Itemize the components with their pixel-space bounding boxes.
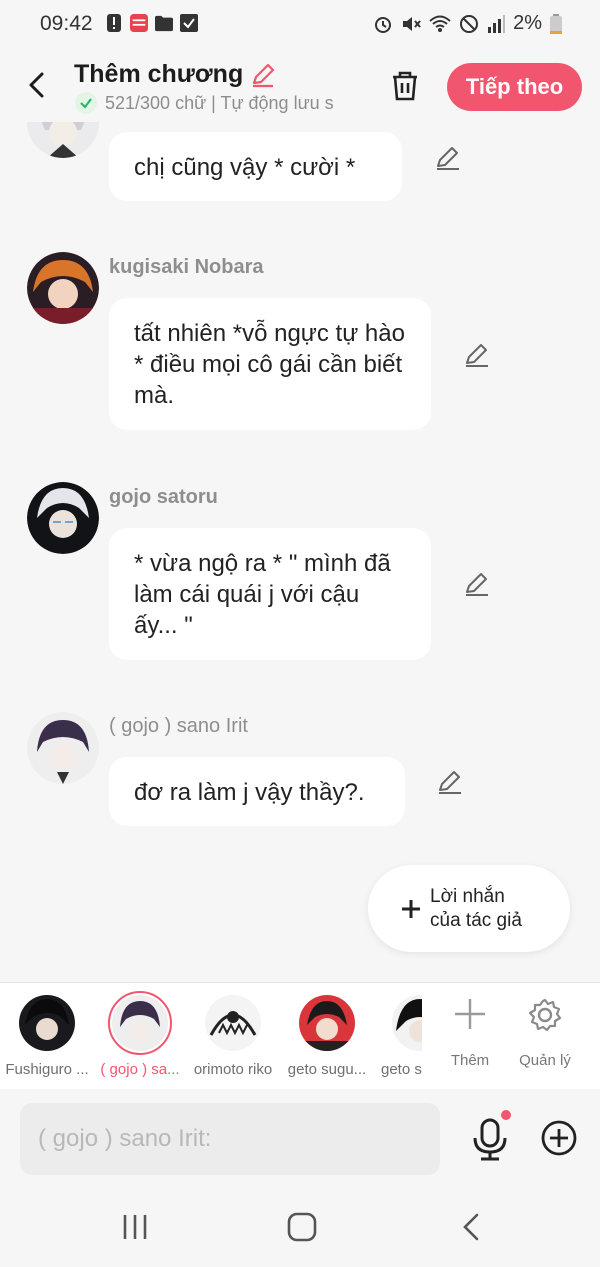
avatar[interactable] bbox=[27, 252, 99, 324]
next-button[interactable]: Tiếp theo bbox=[447, 63, 582, 111]
avatar[interactable] bbox=[27, 122, 99, 158]
battery-percent: 2% bbox=[513, 12, 542, 34]
avatar[interactable] bbox=[27, 712, 99, 784]
alert-notification-icon bbox=[105, 13, 123, 33]
character-name: orimoto riko bbox=[193, 1061, 273, 1078]
editor-header: Thêm chương 521/300 chữ | Tự động lưu s … bbox=[0, 48, 600, 122]
add-label: Thêm bbox=[450, 1052, 490, 1069]
character-item[interactable]: geto sugu... bbox=[285, 995, 369, 1078]
word-count-text: 521/300 chữ | Tự động lưu s bbox=[105, 92, 334, 113]
message-text: đơ ra làm j vậy thầy?. bbox=[134, 779, 365, 806]
message-text: * vừa ngộ ra * " mình đã làm cái quái j … bbox=[134, 550, 391, 639]
message-input[interactable] bbox=[20, 1103, 440, 1175]
character-name: geto s bbox=[381, 1061, 422, 1078]
plus-icon bbox=[402, 899, 420, 918]
page-title-text: Thêm chương bbox=[74, 60, 244, 88]
mangatoon-app-icon bbox=[130, 13, 148, 33]
signal-icon bbox=[488, 14, 506, 33]
character-name: ( gojo ) sano Irit bbox=[109, 715, 248, 737]
message-text: chị cũng vậy * cười * bbox=[134, 154, 356, 181]
character-avatar bbox=[299, 995, 355, 1051]
manage-characters-button[interactable]: Quản lý bbox=[510, 997, 580, 1069]
wifi-icon bbox=[429, 15, 451, 32]
edit-title-icon[interactable] bbox=[249, 61, 277, 89]
character-avatar bbox=[108, 991, 172, 1055]
page-title: Thêm chương bbox=[74, 60, 277, 89]
status-bar: 09:42 2% bbox=[0, 0, 600, 48]
save-status: 521/300 chữ | Tự động lưu s bbox=[75, 92, 363, 114]
edit-message-icon[interactable] bbox=[434, 144, 462, 172]
gear-icon bbox=[528, 998, 562, 1032]
character-item-selected[interactable]: ( gojo ) sa... bbox=[98, 991, 182, 1078]
edit-message-icon[interactable] bbox=[436, 768, 464, 796]
character-item[interactable]: geto s bbox=[378, 995, 422, 1078]
notification-dot bbox=[501, 1110, 511, 1120]
character-name: kugisaki Nobara bbox=[109, 256, 264, 278]
add-attachment-icon[interactable] bbox=[540, 1119, 578, 1157]
message-bubble[interactable]: chị cũng vậy * cười * bbox=[109, 132, 402, 201]
author-note-button[interactable]: Lời nhắn của tác giả bbox=[368, 865, 570, 952]
checkbox-notification-icon bbox=[180, 13, 198, 33]
character-name: Fushiguro ... bbox=[5, 1061, 89, 1078]
character-item[interactable]: orimoto riko bbox=[191, 995, 275, 1078]
edit-message-icon[interactable] bbox=[463, 341, 491, 369]
status-time: 09:42 bbox=[40, 12, 93, 35]
character-name: geto sugu... bbox=[287, 1061, 367, 1078]
back-arrow-icon[interactable] bbox=[22, 70, 52, 100]
character-selector: Fushiguro ... ( gojo ) sa... orimoto rik… bbox=[0, 982, 600, 1089]
saved-check-icon bbox=[75, 92, 97, 114]
chat-area: chị cũng vậy * cười * kugisaki Nobara tấ… bbox=[0, 122, 600, 982]
add-character-button[interactable]: Thêm bbox=[435, 997, 505, 1069]
manage-label: Quản lý bbox=[519, 1052, 571, 1069]
author-note-label: Lời nhắn của tác giả bbox=[430, 885, 522, 931]
avatar[interactable] bbox=[27, 482, 99, 554]
trash-icon[interactable] bbox=[388, 68, 422, 102]
recent-apps-icon[interactable] bbox=[115, 1211, 155, 1243]
message-bubble[interactable]: * vừa ngộ ra * " mình đã làm cái quái j … bbox=[109, 528, 431, 660]
plus-icon bbox=[455, 999, 485, 1029]
mute-icon bbox=[403, 16, 421, 31]
character-avatar bbox=[205, 995, 261, 1051]
message-text: tất nhiên *vỗ ngực tự hào * điều mọi cô … bbox=[134, 320, 405, 409]
back-nav-icon[interactable] bbox=[452, 1211, 492, 1243]
character-avatar bbox=[19, 995, 75, 1051]
system-navigation-bar bbox=[0, 1187, 600, 1267]
character-avatar bbox=[392, 995, 422, 1051]
compose-bar bbox=[0, 1090, 600, 1187]
message-bubble[interactable]: đơ ra làm j vậy thầy?. bbox=[109, 757, 405, 826]
microphone-icon[interactable] bbox=[470, 1118, 510, 1162]
home-icon[interactable] bbox=[282, 1211, 322, 1243]
battery-icon bbox=[550, 13, 562, 34]
notification-icons bbox=[105, 13, 198, 33]
system-status-icons: 2% bbox=[373, 12, 562, 35]
character-name: ( gojo ) sa... bbox=[100, 1061, 180, 1078]
message-bubble[interactable]: tất nhiên *vỗ ngực tự hào * điều mọi cô … bbox=[109, 298, 431, 430]
character-item[interactable]: Fushiguro ... bbox=[5, 995, 89, 1078]
do-not-disturb-icon bbox=[460, 14, 479, 33]
edit-message-icon[interactable] bbox=[463, 570, 491, 598]
folder-icon bbox=[155, 13, 173, 33]
alarm-icon bbox=[375, 16, 392, 33]
character-name: gojo satoru bbox=[109, 486, 218, 508]
